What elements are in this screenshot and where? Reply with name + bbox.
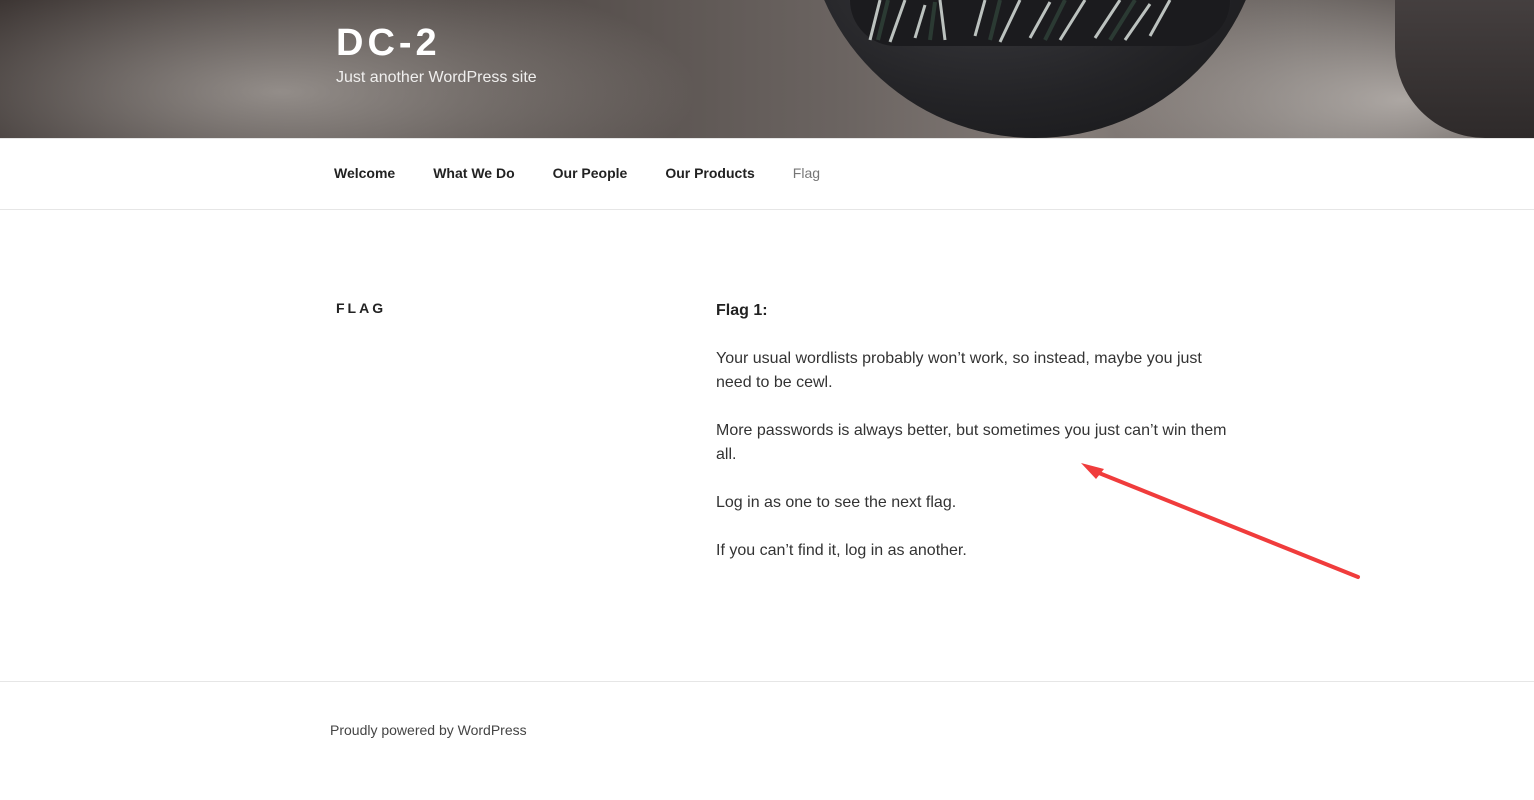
flag-heading: Flag 1: [716, 302, 768, 319]
nav-item-welcome[interactable]: Welcome [334, 165, 395, 181]
nav-item-flag[interactable]: Flag [793, 165, 820, 181]
header-plant-leaves [868, 0, 1172, 43]
annotation-arrow [1081, 463, 1360, 579]
content-paragraph: Your usual wordlists probably won’t work… [716, 350, 1202, 391]
annotation-arrow-shaft [1092, 469, 1360, 579]
footer-credit-link[interactable]: Proudly powered by WordPress [330, 722, 527, 738]
site-title[interactable]: DC-2 [336, 22, 441, 65]
site-header: DC-2 Just another WordPress site [0, 0, 1534, 138]
nav-item-our-products[interactable]: Our Products [665, 165, 754, 181]
nav-item-our-people[interactable]: Our People [553, 165, 628, 181]
top-navigation: Welcome What We Do Our People Our Produc… [0, 138, 1534, 210]
page-title: Flag [336, 300, 387, 316]
nav-item-what-we-do[interactable]: What We Do [433, 165, 514, 181]
site-description: Just another WordPress site [336, 69, 537, 86]
nav-menu: Welcome What We Do Our People Our Produc… [334, 165, 858, 181]
site-footer: Proudly powered by WordPress [0, 681, 1534, 800]
